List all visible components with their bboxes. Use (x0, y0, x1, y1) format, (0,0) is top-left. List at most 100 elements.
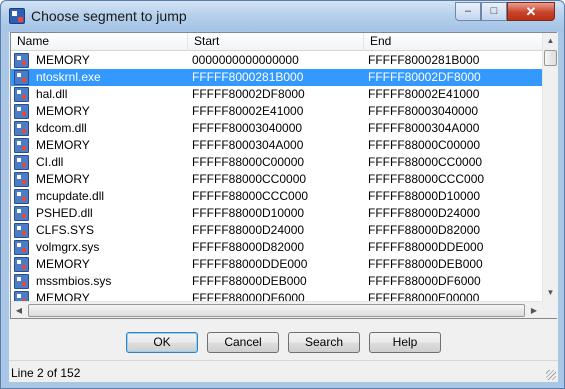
table-row[interactable]: MEMORY FFFFF88000DDE000 FFFFF88000DEB000 (11, 256, 542, 273)
cell-name: MEMORY (36, 53, 90, 67)
table-row[interactable]: MEMORY FFFFF8000304A000 FFFFF88000C00000 (11, 137, 542, 154)
horizontal-scroll-thumb[interactable] (28, 304, 525, 317)
cell-start: FFFFF88000CCC000 (192, 189, 309, 203)
cell-end: FFFFF80002DF8000 (368, 70, 481, 84)
cell-start: 0000000000000000 (192, 53, 299, 67)
segment-icon (14, 104, 29, 119)
cell-name: volmgrx.sys (36, 240, 100, 254)
scroll-up-icon[interactable]: ▲ (543, 33, 558, 49)
cell-start: FFFFF88000D10000 (192, 206, 305, 220)
cell-start: FFFFF8000304A000 (192, 138, 304, 152)
cell-name: CI.dll (36, 155, 64, 169)
cell-end: FFFFF88000D10000 (368, 189, 481, 203)
cell-end: FFFFF80002E41000 (368, 87, 480, 101)
cell-name: mssmbios.sys (36, 274, 112, 288)
search-button[interactable]: Search (288, 332, 360, 353)
cell-end: FFFFF88000D82000 (368, 223, 481, 237)
cell-start: FFFFF88000CC0000 (192, 172, 307, 186)
table-row[interactable]: CI.dll FFFFF88000C00000 FFFFF88000CC0000 (11, 154, 542, 171)
scroll-left-icon[interactable]: ◀ (11, 302, 27, 319)
status-text: Line 2 of 152 (11, 366, 81, 380)
segment-icon (14, 70, 29, 85)
segment-icon (14, 138, 29, 153)
cell-start: FFFFF88000D82000 (192, 240, 305, 254)
cell-name: hal.dll (36, 87, 68, 101)
cell-start: FFFFF88000D24000 (192, 223, 305, 237)
dialog-body: Name Start End MEMORY 0000000000000000 FFF… (9, 32, 558, 382)
maximize-button[interactable]: □ (481, 2, 507, 21)
list-rows: MEMORY 0000000000000000 FFFFF8000281B000 nt… (11, 52, 542, 308)
column-header-end[interactable]: End (364, 33, 542, 51)
cell-end: FFFFF88000DF6000 (368, 274, 481, 288)
cell-end: FFFFF80003040000 (368, 104, 479, 118)
table-row[interactable]: kdcom.dll FFFFF80003040000 FFFFF8000304A00… (11, 120, 542, 137)
cell-name: kdcom.dll (36, 121, 87, 135)
cell-name: PSHED.dll (36, 206, 93, 220)
cell-start: FFFFF8000281B000 (192, 70, 304, 84)
cell-end: FFFFF8000304A000 (368, 121, 480, 135)
segment-icon (14, 206, 29, 221)
cell-name: MEMORY (36, 257, 90, 271)
table-row[interactable]: PSHED.dll FFFFF88000D10000 FFFFF88000D2400… (11, 205, 542, 222)
scroll-right-icon[interactable]: ▶ (526, 302, 542, 319)
cell-start: FFFFF88000DEB000 (192, 274, 307, 288)
vertical-scroll-thumb[interactable] (544, 50, 557, 66)
segment-icon (14, 189, 29, 204)
list-header: Name Start End (11, 33, 542, 51)
table-row[interactable]: volmgrx.sys FFFFF88000D82000 FFFFF88000DDE… (11, 239, 542, 256)
cell-end: FFFFF88000DEB000 (368, 257, 483, 271)
table-row[interactable]: MEMORY FFFFF80002E41000 FFFFF80003040000 (11, 103, 542, 120)
segment-icon (14, 240, 29, 255)
cell-end: FFFFF8000281B000 (368, 53, 480, 67)
vertical-scrollbar[interactable]: ▲ ▼ (542, 33, 557, 301)
table-row[interactable]: CLFS.SYS FFFFF88000D24000 FFFFF88000D82000 (11, 222, 542, 239)
segment-icon (14, 223, 29, 238)
segment-icon (14, 257, 29, 272)
scrollbar-corner (542, 301, 557, 318)
title-bar[interactable]: Choose segment to jump – □ ✕ (1, 1, 564, 31)
minimize-button[interactable]: – (455, 2, 481, 21)
cell-start: FFFFF88000C00000 (192, 155, 305, 169)
segment-list[interactable]: Name Start End MEMORY 0000000000000000 FFF… (10, 32, 557, 319)
segment-icon (14, 121, 29, 136)
table-row[interactable]: mcupdate.dll FFFFF88000CCC000 FFFFF88000D1… (11, 188, 542, 205)
table-row[interactable]: ntoskrnl.exe FFFFF8000281B000 FFFFF80002DF… (11, 69, 542, 86)
horizontal-scrollbar[interactable]: ◀ ▶ (11, 301, 542, 318)
help-button[interactable]: Help (369, 332, 441, 353)
column-header-name[interactable]: Name (11, 33, 188, 51)
cell-name: MEMORY (36, 104, 90, 118)
cell-start: FFFFF80002E41000 (192, 104, 304, 118)
table-row[interactable]: MEMORY 0000000000000000 FFFFF8000281B000 (11, 52, 542, 69)
table-row[interactable]: mssmbios.sys FFFFF88000DEB000 FFFFF88000DF… (11, 273, 542, 290)
segment-icon (14, 172, 29, 187)
cell-name: CLFS.SYS (36, 223, 95, 237)
table-row[interactable]: MEMORY FFFFF88000CC0000 FFFFF88000CCC000 (11, 171, 542, 188)
cell-name: mcupdate.dll (36, 189, 105, 203)
dialog-window: Choose segment to jump – □ ✕ Name Start … (0, 0, 565, 389)
status-bar: Line 2 of 152 (9, 360, 558, 382)
cell-end: FFFFF88000CC0000 (368, 155, 483, 169)
close-button[interactable]: ✕ (507, 2, 555, 21)
cell-name: ntoskrnl.exe (36, 70, 101, 84)
ok-button[interactable]: OK (126, 332, 198, 353)
segment-icon (14, 155, 29, 170)
cell-start: FFFFF80002DF8000 (192, 87, 305, 101)
segment-icon (14, 53, 29, 68)
segment-icon (14, 274, 29, 289)
cell-end: FFFFF88000D24000 (368, 206, 481, 220)
cell-end: FFFFF88000C00000 (368, 138, 481, 152)
cell-end: FFFFF88000DDE000 (368, 240, 484, 254)
app-icon (9, 8, 25, 24)
cell-end: FFFFF88000CCC000 (368, 172, 485, 186)
segment-icon (14, 87, 29, 102)
cell-name: MEMORY (36, 138, 90, 152)
cancel-button[interactable]: Cancel (207, 332, 279, 353)
cell-start: FFFFF88000DDE000 (192, 257, 308, 271)
cell-start: FFFFF80003040000 (192, 121, 303, 135)
resize-grip-icon[interactable] (546, 370, 556, 380)
table-row[interactable]: hal.dll FFFFF80002DF8000 FFFFF80002E41000 (11, 86, 542, 103)
window-title: Choose segment to jump (31, 8, 187, 24)
scroll-down-icon[interactable]: ▼ (543, 285, 558, 301)
cell-name: MEMORY (36, 172, 90, 186)
column-header-start[interactable]: Start (188, 33, 364, 51)
